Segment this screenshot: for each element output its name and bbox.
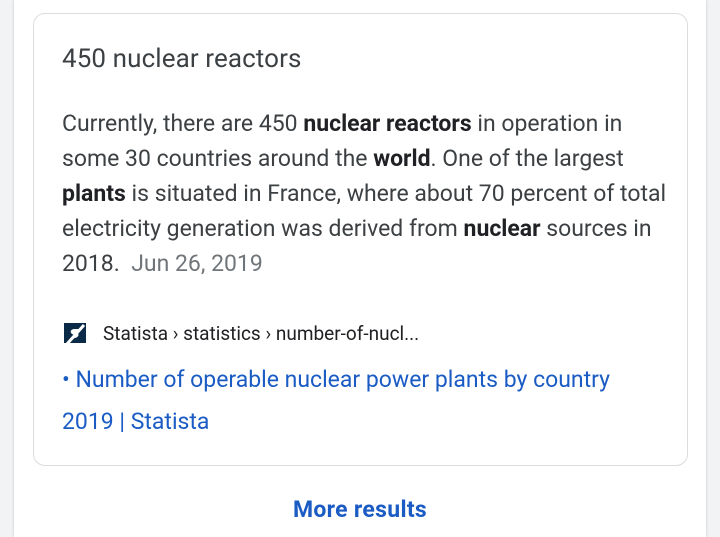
search-results-page: 450 nuclear reactors Currently, there ar… bbox=[0, 0, 720, 537]
snippet-highlight: nuclear bbox=[463, 215, 541, 242]
snippet-text-part: . One of the largest bbox=[430, 145, 624, 172]
snippet-text: Currently, there are 450 nuclear reactor… bbox=[62, 106, 667, 281]
snippet-highlight: world bbox=[373, 145, 431, 172]
result-title-link[interactable]: • Number of operable nuclear power plant… bbox=[62, 359, 662, 443]
source-breadcrumb: Statista › statistics › number-of-nucl..… bbox=[103, 321, 420, 345]
more-results-button[interactable]: More results bbox=[0, 496, 720, 523]
statista-favicon-icon bbox=[62, 320, 88, 346]
result-title-text: Number of operable nuclear power plants … bbox=[62, 366, 611, 435]
snippet-date: Jun 26, 2019 bbox=[131, 250, 263, 277]
answer-title: 450 nuclear reactors bbox=[62, 44, 302, 74]
link-bullet: • bbox=[62, 366, 70, 393]
source-row[interactable]: Statista › statistics › number-of-nucl..… bbox=[62, 318, 419, 348]
snippet-text-part: Currently, there are 450 bbox=[62, 110, 304, 137]
snippet-highlight: plants bbox=[62, 180, 126, 207]
featured-snippet-card: 450 nuclear reactors Currently, there ar… bbox=[33, 13, 688, 466]
snippet-highlight: nuclear reactors bbox=[303, 110, 472, 137]
